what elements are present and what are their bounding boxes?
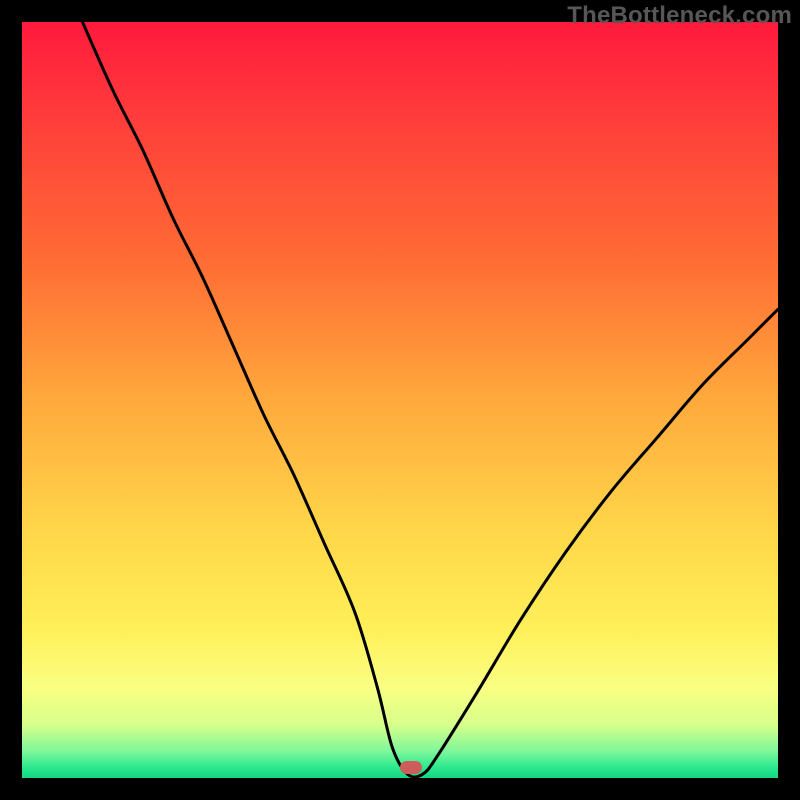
optimal-point-marker [400,761,422,774]
chart-frame: TheBottleneck.com [0,0,800,800]
curve-path [83,22,779,777]
watermark-text: TheBottleneck.com [567,2,792,30]
bottleneck-curve [22,22,778,778]
chart-plot-area [22,22,778,778]
